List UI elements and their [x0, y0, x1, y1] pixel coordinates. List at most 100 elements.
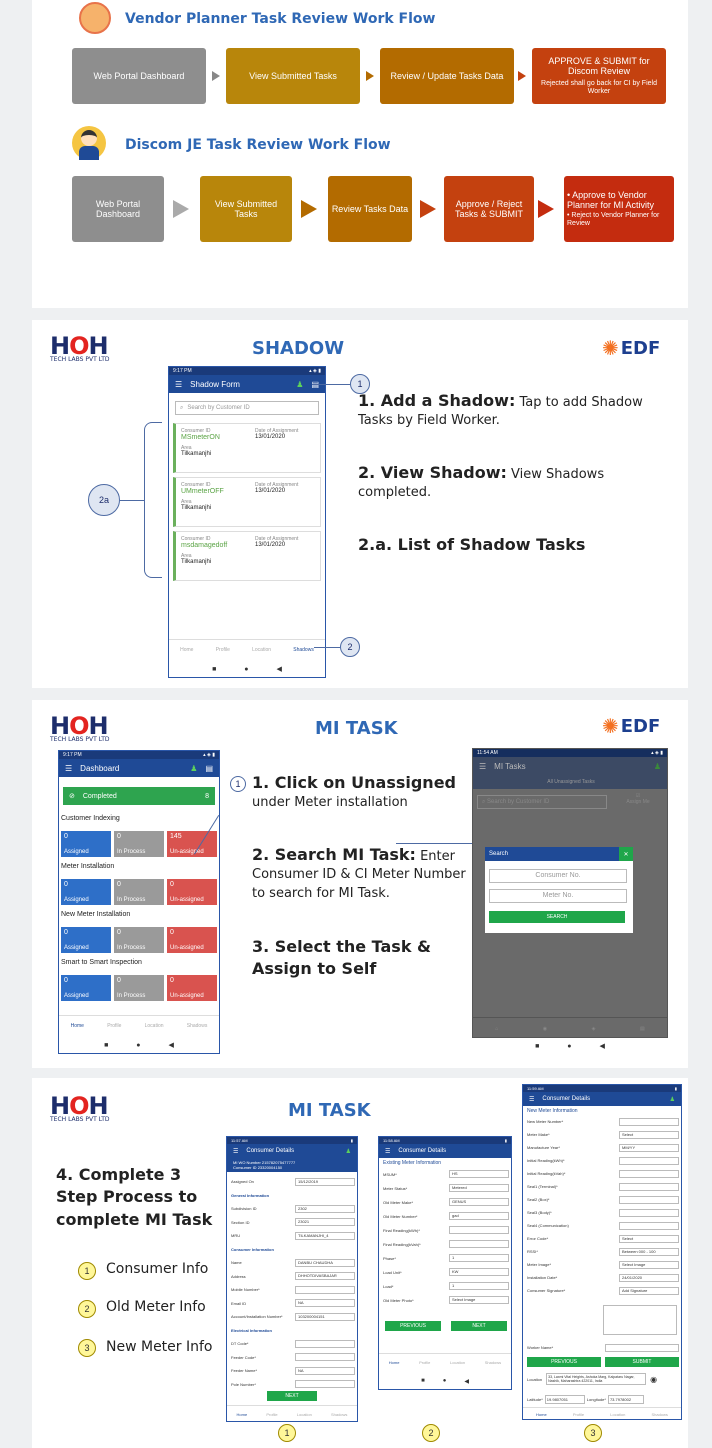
field-input[interactable] [295, 1380, 355, 1389]
eye-icon[interactable]: ◉ [650, 1375, 657, 1384]
tab-unassigned[interactable]: All Unassigned Tasks [473, 775, 667, 789]
field-input[interactable] [619, 1169, 679, 1178]
menu-icon[interactable]: ☰ [175, 380, 182, 389]
form-row: General Information [231, 1189, 355, 1203]
nav-profile[interactable]: Profile [107, 1023, 121, 1029]
previous-button[interactable]: PREVIOUS [527, 1357, 601, 1367]
nav-profile[interactable]: Profile [216, 647, 230, 653]
consumer-no-input[interactable]: Consumer No. [489, 869, 627, 883]
field-input[interactable]: NA [295, 1366, 355, 1375]
menu-icon[interactable]: ☰ [385, 1148, 390, 1155]
field-input[interactable]: 15/12/2019 [295, 1177, 355, 1186]
assign-me-button[interactable]: ☑ Assign Me [611, 793, 665, 811]
tile-assigned[interactable]: 0 Assigned [61, 879, 111, 905]
tile-in-process[interactable]: 0 In Process [114, 879, 164, 905]
user-icon[interactable]: ♟ [346, 1148, 351, 1155]
form-row: Manufacture Year* MM/YY [527, 1141, 679, 1154]
tile-unassigned[interactable]: 145 Un-assigned [167, 831, 217, 857]
field-input[interactable]: 1 [449, 1282, 509, 1290]
shadow-card[interactable]: Consumer ID msdamagedoff Date of Assignme… [173, 531, 321, 581]
field-input[interactable]: 1 [449, 1254, 509, 1262]
tile-unassigned[interactable]: 0 Un-assigned [167, 975, 217, 1001]
field-input[interactable]: Metered [449, 1184, 509, 1192]
nav-shadows[interactable]: Shadows [293, 647, 314, 653]
field-input[interactable]: 23021 [295, 1218, 355, 1227]
field-label: General Information [231, 1192, 270, 1198]
tile-in-process[interactable]: 0 In Process [114, 927, 164, 953]
nav-location[interactable]: Location [252, 647, 271, 653]
completed-bar[interactable]: ⊘ Completed 8 [63, 787, 215, 805]
field-input[interactable]: NA [295, 1299, 355, 1308]
menu-icon[interactable]: ☰ [529, 1096, 534, 1103]
field-input[interactable]: Between 000 - 100 [619, 1247, 679, 1256]
form-row: Consumer Information [231, 1243, 355, 1257]
field-label: Installation Date* [527, 1275, 558, 1280]
field-input[interactable] [619, 1195, 679, 1204]
field-input[interactable] [619, 1208, 679, 1217]
tile-unassigned[interactable]: 0 Un-assigned [167, 927, 217, 953]
field-input[interactable] [619, 1221, 679, 1230]
tile-in-process[interactable]: 0 In Process [114, 831, 164, 857]
tile-in-process[interactable]: 0 In Process [114, 975, 164, 1001]
nav-home[interactable]: Home [180, 647, 193, 653]
search-input[interactable]: ⌕ Search by Customer ID [477, 795, 607, 809]
field-input[interactable]: MM/YY [619, 1143, 679, 1152]
field-input[interactable] [449, 1240, 509, 1248]
field-input[interactable]: 2302 [295, 1204, 355, 1213]
shadow-card[interactable]: Consumer ID UMmeterOFF Date of Assignment… [173, 477, 321, 527]
field-input[interactable]: Select Image [449, 1296, 509, 1304]
nav-shadows[interactable]: Shadows [187, 1023, 208, 1029]
next-button[interactable]: NEXT [451, 1321, 507, 1331]
field-input[interactable] [449, 1226, 509, 1234]
submit-button[interactable]: SUBMIT [605, 1357, 679, 1367]
field-input[interactable]: HS [449, 1170, 509, 1178]
nav-location[interactable]: Location [145, 1023, 164, 1029]
field-input[interactable] [619, 1117, 679, 1126]
field-input[interactable]: Add Signature [619, 1286, 679, 1295]
field-input[interactable] [295, 1353, 355, 1362]
field-input[interactable] [295, 1285, 355, 1294]
field-input[interactable]: KW [449, 1268, 509, 1276]
field-input[interactable]: GENUS [449, 1198, 509, 1206]
edf-logo: ✺ EDF [602, 336, 661, 360]
user-icon[interactable]: ♟ [190, 764, 197, 773]
tile-unassigned[interactable]: 0 Un-assigned [167, 879, 217, 905]
menu-icon[interactable]: ☰ [479, 762, 486, 771]
user-icon[interactable]: ♟ [654, 762, 661, 771]
field-input[interactable] [619, 1182, 679, 1191]
nav-home[interactable]: Home [71, 1023, 84, 1029]
shadow-icon[interactable]: ▤ [205, 764, 213, 773]
discom-step-3: Review Tasks Data [328, 176, 412, 242]
worker-name-input[interactable] [605, 1343, 679, 1352]
field-input[interactable]: Select [619, 1130, 679, 1139]
next-button[interactable]: NEXT [267, 1391, 317, 1401]
add-user-icon[interactable]: ♟ [296, 380, 303, 389]
form-row: Consumer Signature* Add Signature [527, 1284, 679, 1297]
field-input[interactable]: gad [449, 1212, 509, 1220]
shadow-title: SHADOW [252, 338, 345, 359]
close-icon[interactable]: ✕ [619, 847, 633, 861]
previous-button[interactable]: PREVIOUS [385, 1321, 441, 1331]
field-input[interactable]: Select [619, 1234, 679, 1243]
tile-assigned[interactable]: 0 Assigned [61, 831, 111, 857]
shadow-step-2: 2. View Shadow: View Shadows completed. [358, 463, 605, 501]
search-button[interactable]: SEARCH [489, 911, 625, 923]
meter-no-input[interactable]: Meter No. [489, 889, 627, 903]
field-input[interactable]: TILKAMANJHI_4 [295, 1231, 355, 1240]
field-input[interactable]: DHHOTDIVASBAJAR [295, 1272, 355, 1281]
user-icon[interactable]: ♟ [670, 1096, 675, 1103]
field-input[interactable]: 103200004151 [295, 1312, 355, 1321]
signature-pad[interactable] [603, 1305, 677, 1335]
field-input[interactable]: DANBU CHAUDHA [295, 1258, 355, 1267]
search-input[interactable]: ⌕ Search by Customer ID [175, 401, 319, 415]
menu-icon[interactable]: ☰ [65, 764, 72, 773]
nav-home[interactable]: ⌂ [495, 1026, 498, 1032]
menu-icon[interactable]: ☰ [233, 1148, 238, 1155]
field-input[interactable]: Select Image [619, 1260, 679, 1269]
shadow-card[interactable]: Consumer ID MSmeterON Date of Assignment 1… [173, 423, 321, 473]
field-input[interactable] [619, 1156, 679, 1165]
field-input[interactable] [295, 1339, 355, 1348]
tile-assigned[interactable]: 0 Assigned [61, 975, 111, 1001]
tile-assigned[interactable]: 0 Assigned [61, 927, 111, 953]
field-input[interactable]: 24/01/2020 [619, 1273, 679, 1282]
